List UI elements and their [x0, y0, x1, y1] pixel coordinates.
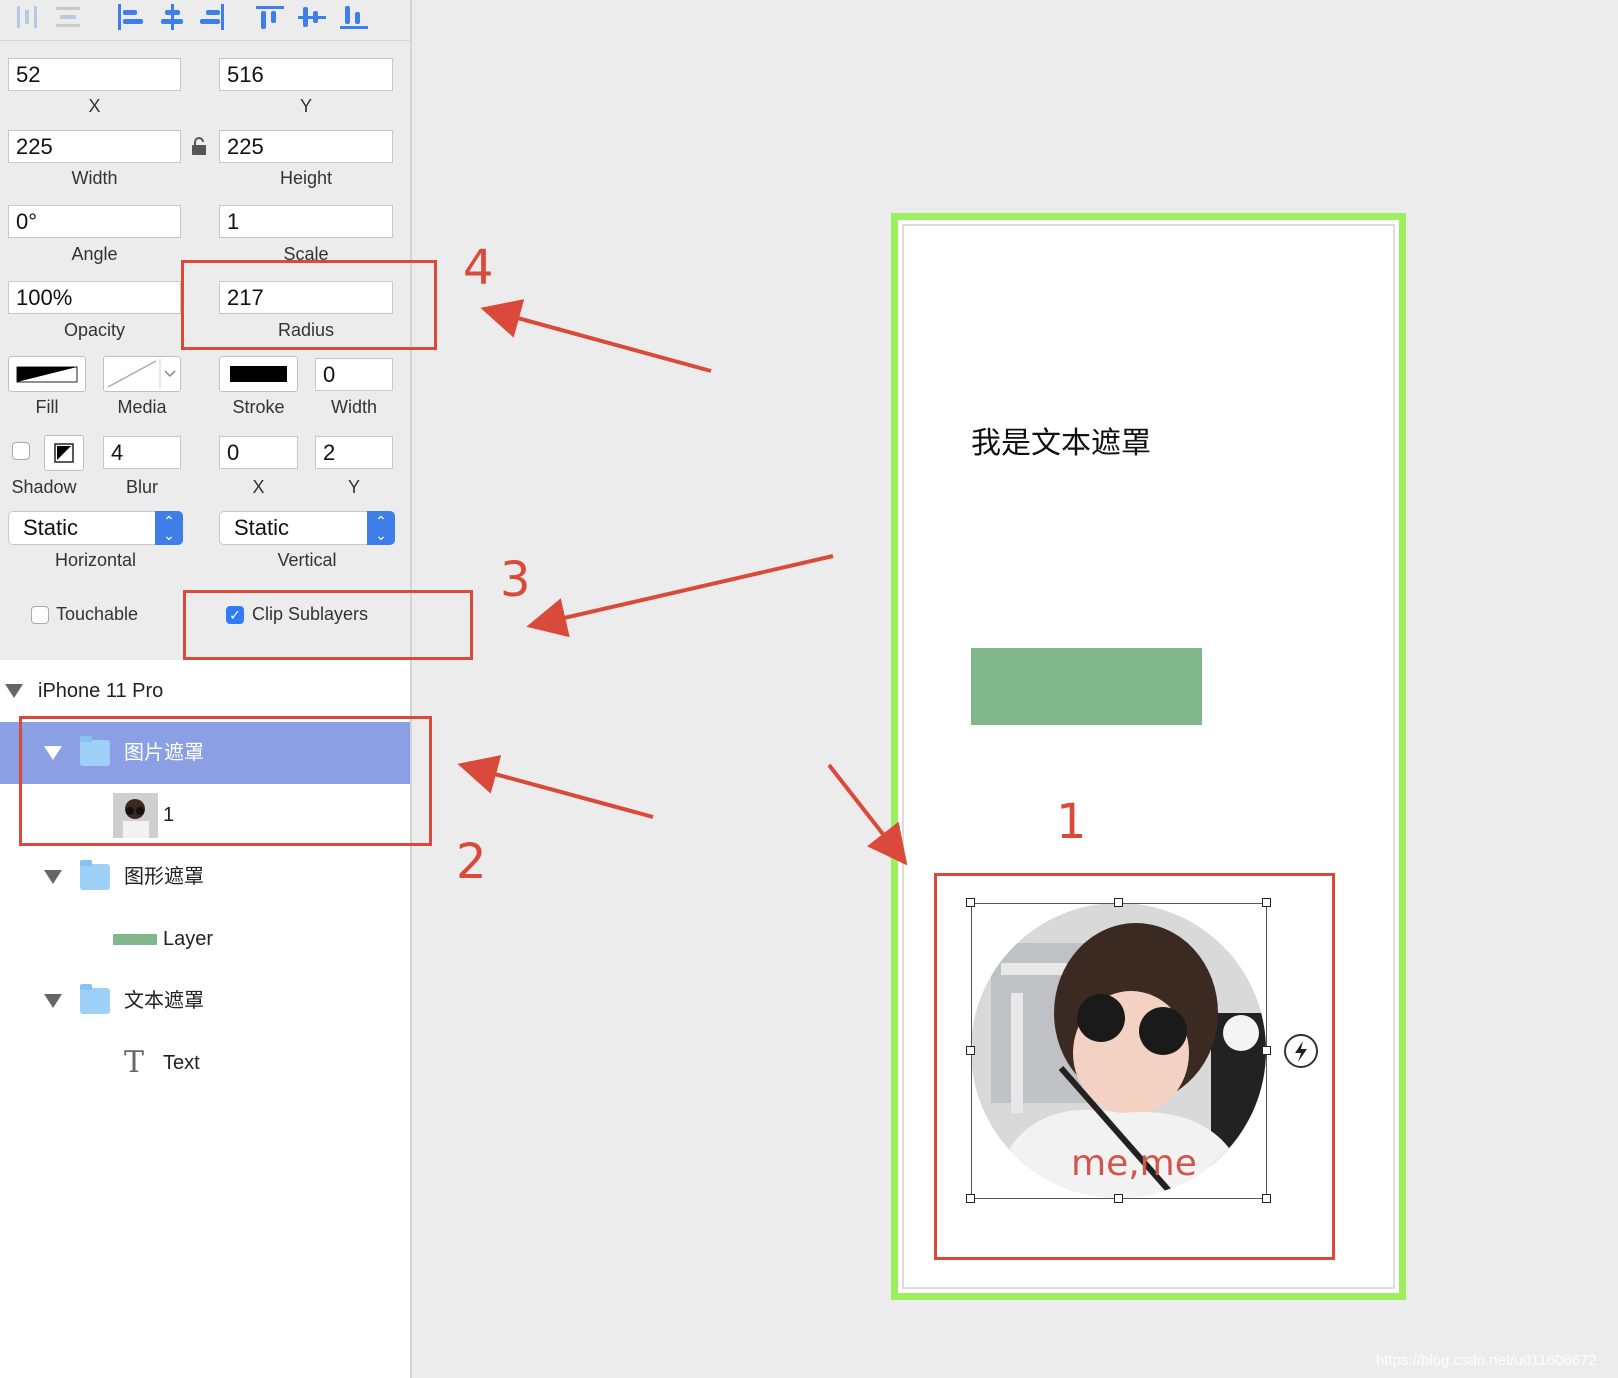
media-swatch[interactable] [103, 356, 181, 392]
annotation-box-radius [181, 260, 437, 350]
horizontal-label: Horizontal [54, 550, 137, 570]
scale-field[interactable]: 1 [219, 205, 393, 238]
shadow-x-label: X [252, 477, 265, 497]
arrow-line [457, 755, 654, 819]
y-field[interactable]: 516 [219, 58, 393, 91]
lock-icon[interactable] [191, 136, 207, 161]
layer-name: Text [163, 1052, 200, 1074]
shadow-y-field[interactable]: 2 [315, 436, 393, 469]
rectangle-layer-icon [113, 934, 157, 945]
shadow-label: Shadow [11, 477, 77, 497]
annotation-number: 4 [463, 240, 494, 296]
annotation-box-photo [934, 873, 1335, 1260]
fill-label: Fill [35, 397, 59, 417]
blur-label: Blur [125, 477, 158, 497]
align-right-icon[interactable] [198, 4, 226, 30]
layer-name: 文本遮罩 [124, 990, 204, 1012]
layer-row-text[interactable]: T Text [0, 1032, 410, 1094]
touchable-label: Touchable [56, 604, 139, 624]
layer-name: Layer [163, 928, 214, 950]
folder-icon [80, 984, 110, 1014]
distribute-horizontal-icon[interactable] [14, 4, 42, 30]
disclosure-triangle-icon[interactable] [5, 684, 23, 698]
stroke-width-label: Width [330, 397, 377, 417]
x-label: X [88, 96, 101, 116]
touchable-checkbox[interactable] [31, 606, 49, 624]
layer-row-shape-mask[interactable]: 图形遮罩 [0, 846, 410, 908]
annotation-box-clip [183, 590, 473, 660]
toolbar-divider [0, 40, 410, 41]
width-field[interactable]: 225 [8, 130, 181, 163]
stroke-label: Stroke [232, 397, 285, 417]
annotation-number: 3 [500, 552, 531, 608]
layer-row-text-mask[interactable]: 文本遮罩 [0, 970, 410, 1032]
distribute-vertical-icon[interactable] [54, 4, 82, 30]
arrow-line [526, 554, 834, 638]
arrow-line [480, 299, 712, 373]
folder-icon [80, 860, 110, 890]
vertical-select[interactable]: Static ⌃ ⌄ [219, 511, 395, 545]
angle-field[interactable]: 0° [8, 205, 181, 238]
shadow-checkbox[interactable] [12, 442, 30, 460]
shadow-x-field[interactable]: 0 [219, 436, 298, 469]
layer-name: iPhone 11 Pro [38, 680, 164, 702]
layer-row-root[interactable]: iPhone 11 Pro [0, 660, 410, 722]
opacity-field[interactable]: 100% [8, 281, 181, 314]
align-center-horizontal-icon[interactable] [158, 4, 186, 30]
annotation-number: 1 [1056, 794, 1087, 850]
layer-name: 图形遮罩 [124, 866, 204, 888]
arrow-line [827, 763, 908, 866]
text-mask-label[interactable]: 我是文本遮罩 [971, 418, 1151, 462]
disclosure-triangle-icon[interactable] [44, 994, 62, 1008]
annotation-box-layers [19, 716, 432, 846]
x-field[interactable]: 52 [8, 58, 181, 91]
stepper-icon: ⌃ ⌄ [155, 511, 183, 545]
media-label: Media [117, 397, 167, 417]
fill-swatch[interactable] [8, 356, 86, 392]
y-label: Y [299, 96, 312, 116]
blur-field[interactable]: 4 [103, 436, 181, 469]
disclosure-triangle-icon[interactable] [44, 870, 62, 884]
vertical-label: Vertical [277, 550, 337, 570]
align-top-icon[interactable] [256, 4, 284, 30]
shadow-y-label: Y [347, 477, 360, 497]
horizontal-select-value: Static [23, 515, 79, 540]
shadow-color-swatch[interactable] [44, 435, 84, 471]
opacity-label: Opacity [63, 320, 126, 340]
height-label: Height [279, 168, 333, 188]
text-layer-icon: T [124, 1045, 145, 1080]
annotation-number: 2 [456, 834, 487, 890]
height-field[interactable]: 225 [219, 130, 393, 163]
stepper-icon: ⌃ ⌄ [367, 511, 395, 545]
width-label: Width [71, 168, 118, 188]
stroke-width-field[interactable]: 0 [315, 358, 393, 391]
align-left-icon[interactable] [116, 4, 144, 30]
vertical-select-value: Static [234, 515, 290, 540]
angle-label: Angle [71, 244, 118, 264]
align-middle-vertical-icon[interactable] [298, 4, 326, 30]
layer-row-layer[interactable]: Layer [0, 908, 410, 970]
watermark: https://blog.csdn.net/u011608672 [1376, 1352, 1597, 1369]
stroke-swatch[interactable] [219, 356, 298, 392]
align-bottom-icon[interactable] [340, 4, 368, 30]
horizontal-select[interactable]: Static ⌃ ⌄ [8, 511, 183, 545]
green-rectangle[interactable] [971, 648, 1202, 725]
